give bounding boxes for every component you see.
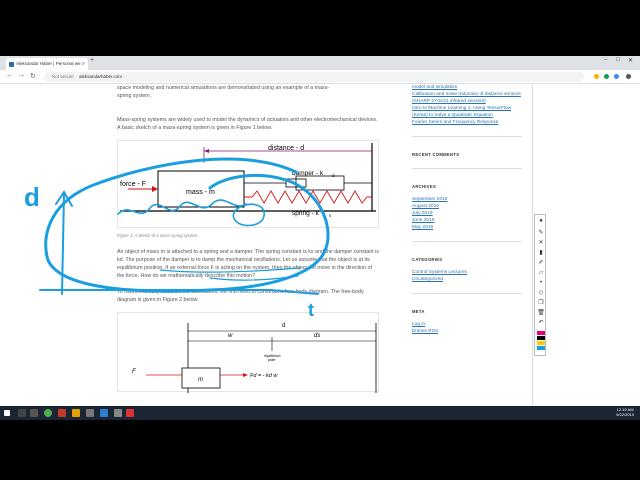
archive-link[interactable]: August 2019 [412, 203, 522, 210]
cross-icon[interactable]: ✕ [537, 239, 545, 247]
new-tab-button[interactable]: + [90, 57, 94, 64]
meta-link[interactable]: Entries RSS [412, 328, 522, 335]
handwritten-d: d [24, 182, 40, 212]
start-icon[interactable] [4, 410, 10, 416]
app-icon[interactable] [114, 409, 122, 417]
folder-icon[interactable] [72, 409, 80, 417]
sidebar-post-link[interactable]: Fourier Series and Frequency Response [412, 119, 522, 126]
equilibrium-point-label: point [267, 358, 276, 362]
paragraph: To mathematically describe the oscillati… [117, 289, 364, 303]
color-swatch-blue[interactable] [537, 346, 545, 350]
close-window-button[interactable]: ✕ [628, 57, 633, 64]
close-tab-icon[interactable]: × [82, 58, 85, 70]
fig2-mass-label: m [198, 377, 203, 383]
archive-link[interactable]: June 2019 [412, 217, 522, 224]
meta-link[interactable]: Log in [412, 321, 522, 328]
minimize-button[interactable]: – [604, 57, 607, 63]
annotation-toolbar: ● ✎ ✕ ▮ ✐ ▱ • ◇ ❐ 🗑 ↶ [534, 214, 546, 356]
address-bar[interactable]: Not secure aleksandarhaber.com [44, 72, 584, 82]
recent-comments-heading: RECENT COMMENTS [412, 152, 460, 157]
figure-1-caption: Figure 1: A sketch of a mass-spring syst… [117, 233, 199, 238]
url-text: aleksandarhaber.com [79, 74, 123, 79]
app-icon[interactable] [100, 409, 108, 417]
intro-line: space modeling and numerical simulations… [117, 85, 329, 91]
app-icon[interactable] [86, 409, 94, 417]
web-page: space modeling and numerical simulations… [0, 84, 640, 406]
figure-1: distance - d force - F mass - m damper -… [117, 140, 379, 228]
divider [412, 241, 522, 242]
tab-title: Aleksandar Haber | Personal we... [16, 61, 85, 66]
security-indicator[interactable]: Not secure [52, 74, 74, 79]
archive-link[interactable]: September 2019 [412, 196, 522, 203]
system-clock[interactable]: 12:19 AM 9/22/2019 [616, 407, 634, 417]
extension-icon[interactable] [604, 74, 609, 79]
shape-icon[interactable]: ◇ [537, 289, 545, 297]
fig2-d-label: d [282, 323, 285, 329]
sidebar-post-link[interactable]: Intro to Machine Learning 1: Using Tenso… [412, 105, 522, 119]
reload-icon[interactable]: ↻ [30, 72, 36, 80]
copy-icon[interactable]: ❐ [537, 299, 545, 307]
divider [412, 136, 522, 137]
damper-subscript: d [332, 173, 335, 178]
intro-line: spring system. [117, 93, 152, 99]
distance-label: distance - d [268, 145, 304, 152]
color-swatch-yellow[interactable] [537, 341, 545, 345]
article-body: space modeling and numerical simulations… [117, 84, 379, 393]
profile-avatar[interactable] [626, 74, 631, 79]
meta-heading: META [412, 309, 425, 314]
search-icon[interactable] [18, 409, 26, 417]
trash-icon[interactable]: 🗑 [537, 309, 545, 317]
app-icon[interactable] [58, 409, 66, 417]
extension-icon[interactable] [594, 74, 599, 79]
pin-icon[interactable]: ● [537, 217, 545, 225]
browser-tab[interactable]: Aleksandar Haber | Personal we... × [6, 58, 88, 70]
back-icon[interactable]: ← [6, 72, 13, 79]
mass-label: mass - m [186, 189, 215, 196]
sidebar-post-link[interactable]: Calibration and noise reduction of dista… [412, 91, 522, 105]
color-swatch-black[interactable] [537, 336, 545, 340]
archives-heading: ARCHIVES [412, 184, 437, 189]
eraser-icon[interactable]: ▱ [537, 269, 545, 277]
sidebar: model and simulation Calibration and nois… [412, 84, 522, 335]
damping-force-label: Fd = - kd ẇ [250, 373, 278, 379]
force-label: force - F [120, 181, 146, 188]
paragraph: Mass-spring systems are widely used to m… [117, 117, 378, 131]
marker-icon[interactable]: ▮ [537, 249, 545, 257]
tab-strip: Aleksandar Haber | Personal we... × + – … [0, 56, 640, 70]
dot-icon[interactable]: • [537, 279, 545, 287]
damper-label: damper - k [292, 170, 324, 177]
paragraph: An object of mass m is attached to a spr… [117, 249, 379, 279]
highlighter-icon[interactable]: ✐ [537, 259, 545, 267]
extension-icon[interactable] [614, 74, 619, 79]
color-swatch-magenta[interactable] [537, 331, 545, 335]
forward-icon[interactable]: → [18, 72, 25, 79]
archive-link[interactable]: July 2019 [412, 210, 522, 217]
sidebar-post-link[interactable]: model and simulation [412, 84, 522, 91]
categories-heading: CATEGORIES [412, 257, 443, 262]
divider [412, 293, 522, 294]
fig2-ds-label: ds [314, 333, 320, 339]
scrollbar[interactable] [532, 84, 533, 406]
divider [412, 168, 522, 169]
pen-icon[interactable]: ✎ [537, 229, 545, 237]
fig2-w-label: w [228, 333, 233, 339]
taskbar: 12:19 AM 9/22/2019 [0, 406, 640, 420]
maximize-button[interactable]: □ [616, 57, 620, 63]
figure-2: d w ds equilibrium point F m Fd = - kd ẇ [117, 312, 379, 393]
clock-date: 9/22/2019 [616, 412, 634, 417]
category-link[interactable]: Control Systems Lectures [412, 269, 522, 276]
browser-toolbar: ← → ↻ Not secure aleksandarhaber.com [0, 70, 640, 84]
chrome-icon[interactable] [44, 409, 52, 417]
favicon-icon [9, 62, 14, 67]
spring-label: spring - k [292, 210, 319, 217]
task-view-icon[interactable] [30, 409, 38, 417]
fig2-force-label: F [132, 369, 136, 375]
category-link[interactable]: Uncategorized [412, 276, 522, 283]
recorder-icon[interactable] [126, 409, 134, 417]
spring-subscript: s [329, 213, 332, 218]
archive-link[interactable]: May 2019 [412, 224, 522, 231]
undo-icon[interactable]: ↶ [537, 319, 545, 327]
